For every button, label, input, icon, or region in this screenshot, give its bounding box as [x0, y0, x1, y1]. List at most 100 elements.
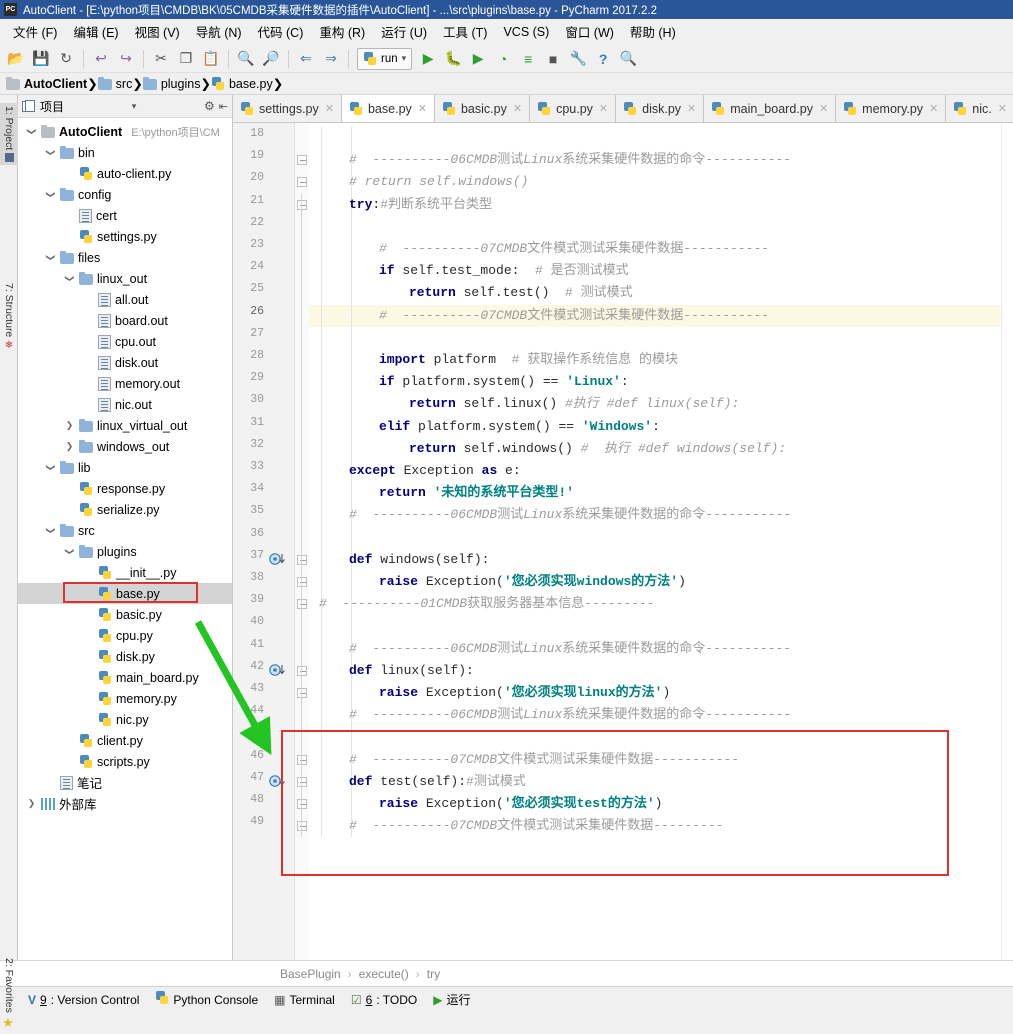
chevron-down-icon[interactable]: ❯ [45, 252, 56, 263]
tree-item[interactable]: ❯ 外部库 [18, 793, 232, 814]
menu-item-4[interactable]: 导航 (N) [189, 19, 249, 44]
menu-item-11[interactable]: 帮助 (H) [623, 19, 683, 44]
stop-icon[interactable]: ■ [541, 47, 565, 71]
menu-item-1[interactable]: 文件 (F) [6, 19, 64, 44]
chevron-down-icon[interactable]: ❯ [45, 189, 56, 200]
menu-item-6[interactable]: 重构 (R) [312, 19, 372, 44]
replace-icon[interactable]: 🔎 [259, 47, 283, 71]
collapse-all-icon[interactable]: ⇤ [219, 100, 228, 113]
redo-icon[interactable]: ↪ [114, 47, 138, 71]
close-icon[interactable]: ✕ [418, 102, 427, 115]
close-icon[interactable]: ✕ [929, 102, 938, 115]
cut-icon[interactable]: ✂ [149, 47, 173, 71]
tree-item[interactable]: scripts.py [18, 751, 232, 772]
tree-item[interactable]: main_board.py [18, 667, 232, 688]
chevron-down-icon[interactable]: ❯ [64, 273, 75, 284]
chevron-down-icon[interactable]: ▾ [132, 101, 137, 112]
nav-crumb-baseplugin[interactable]: BasePlugin [280, 967, 341, 981]
fold-marker[interactable] [297, 665, 307, 676]
close-icon[interactable]: ✕ [819, 102, 828, 115]
fold-marker[interactable] [297, 754, 307, 765]
editor-gutter[interactable]: 18 19 20 21 22 23 24 25 26 27 28 29 30 31 32 33 34 35 36 37… [233, 123, 295, 960]
override-method-icon[interactable] [269, 663, 285, 677]
copy-icon[interactable]: ❐ [174, 47, 198, 71]
editor-tab-main_boardpy[interactable]: main_board.py ✕ [704, 95, 837, 122]
tree-item[interactable]: auto-client.py [18, 163, 232, 184]
chevron-down-icon[interactable]: ❯ [64, 546, 75, 557]
settings-wrench-icon[interactable]: 🔧 [566, 47, 590, 71]
tree-item[interactable]: cert [18, 205, 232, 226]
tree-item[interactable]: ❯ AutoClient E:\python项目\CM [18, 121, 232, 142]
override-method-icon[interactable] [269, 774, 285, 788]
tree-item[interactable]: memory.py [18, 688, 232, 709]
menu-item-10[interactable]: 窗口 (W) [558, 19, 621, 44]
close-icon[interactable]: ✕ [513, 102, 522, 115]
tree-item[interactable]: ❯ files [18, 247, 232, 268]
chevron-down-icon[interactable]: ❯ [45, 462, 56, 473]
fold-marker[interactable] [297, 776, 307, 787]
menu-item-9[interactable]: VCS (S) [496, 22, 556, 42]
undo-icon[interactable]: ↩ [89, 47, 113, 71]
menu-item-7[interactable]: 运行 (U) [374, 19, 434, 44]
menu-item-2[interactable]: 编辑 (E) [66, 19, 125, 44]
run-coverage-icon[interactable]: ▶ [466, 47, 490, 71]
tree-item[interactable]: all.out [18, 289, 232, 310]
breadcrumb-item-src[interactable]: src [97, 76, 132, 91]
tree-item[interactable]: basic.py [18, 604, 232, 625]
chevron-down-icon[interactable]: ▾ [402, 53, 407, 64]
close-icon[interactable]: ✕ [998, 102, 1007, 115]
search-everywhere-icon[interactable]: 🔍 [616, 47, 640, 71]
fold-marker[interactable] [297, 177, 307, 188]
tree-item[interactable]: nic.py [18, 709, 232, 730]
project-view-icon[interactable] [22, 99, 36, 113]
nav-crumb-execute[interactable]: execute() [359, 967, 409, 981]
tree-item[interactable]: ❯ config [18, 184, 232, 205]
tree-item[interactable]: ❯ linux_out [18, 268, 232, 289]
editor-tab-basicpy[interactable]: basic.py ✕ [434, 95, 531, 122]
tool-window-button-favorites[interactable]: 2: Favorites ★ [0, 955, 18, 1034]
code-folding-strip[interactable] [295, 123, 309, 960]
run-with-params-icon[interactable]: ≡ [516, 47, 540, 71]
breadcrumb-item-base-py[interactable]: base.py [211, 76, 273, 91]
status-bar-item-terminal[interactable]: ▦ Terminal [274, 993, 335, 1007]
chevron-right-icon[interactable]: ❯ [64, 420, 75, 431]
menu-item-5[interactable]: 代码 (C) [251, 19, 311, 44]
tool-window-button-project[interactable]: 1: Project [0, 103, 18, 166]
save-all-icon[interactable]: 💾 [29, 47, 53, 71]
tree-item[interactable]: settings.py [18, 226, 232, 247]
code-text[interactable]: # ----------06CMDB测试Linux系统采集硬件数据的命令----… [309, 123, 1001, 960]
editor-tab-basepy[interactable]: base.py ✕ [341, 95, 435, 122]
status-bar-item-versioncontrol[interactable]: V9: Version Control [28, 993, 139, 1007]
close-icon[interactable]: ✕ [687, 102, 696, 115]
editor-tab-nic[interactable]: nic. ✕ [946, 95, 1013, 122]
run-configuration-selector[interactable]: run ▾ [357, 47, 413, 70]
tree-item[interactable]: serialize.py [18, 499, 232, 520]
paste-icon[interactable]: 📋 [199, 47, 223, 71]
tree-item[interactable]: ❯ plugins [18, 541, 232, 562]
tree-item[interactable]: disk.out [18, 352, 232, 373]
fold-marker[interactable] [297, 688, 307, 698]
menu-item-3[interactable]: 视图 (V) [128, 19, 187, 44]
gear-icon[interactable]: ⚙ [204, 99, 215, 113]
tree-item[interactable]: __init__.py [18, 562, 232, 583]
chevron-down-icon[interactable]: ❯ [26, 126, 37, 137]
nav-crumb-try[interactable]: try [427, 967, 440, 981]
run-icon[interactable]: ▶ [416, 47, 440, 71]
tree-item[interactable]: nic.out [18, 394, 232, 415]
chevron-right-icon[interactable]: ❯ [64, 441, 75, 452]
tree-item[interactable]: cpu.out [18, 331, 232, 352]
fold-marker[interactable] [297, 577, 307, 587]
forward-icon[interactable]: ⇒ [319, 47, 343, 71]
tree-item[interactable]: memory.out [18, 373, 232, 394]
open-folder-icon[interactable]: 📂 [4, 47, 28, 71]
status-bar-item-pythonconsole[interactable]: Python Console [155, 991, 258, 1008]
tree-item[interactable]: board.out [18, 310, 232, 331]
editor-tab-diskpy[interactable]: disk.py ✕ [616, 95, 705, 122]
tree-item[interactable]: 笔记 [18, 772, 232, 793]
help-icon[interactable]: ? [591, 47, 615, 71]
editor-tab-memorypy[interactable]: memory.py ✕ [836, 95, 947, 122]
tool-window-button-structure[interactable]: 7: Structure ❄ [0, 280, 18, 354]
close-icon[interactable]: ✕ [325, 102, 334, 115]
fold-marker[interactable] [297, 554, 307, 565]
chevron-down-icon[interactable]: ❯ [45, 525, 56, 536]
